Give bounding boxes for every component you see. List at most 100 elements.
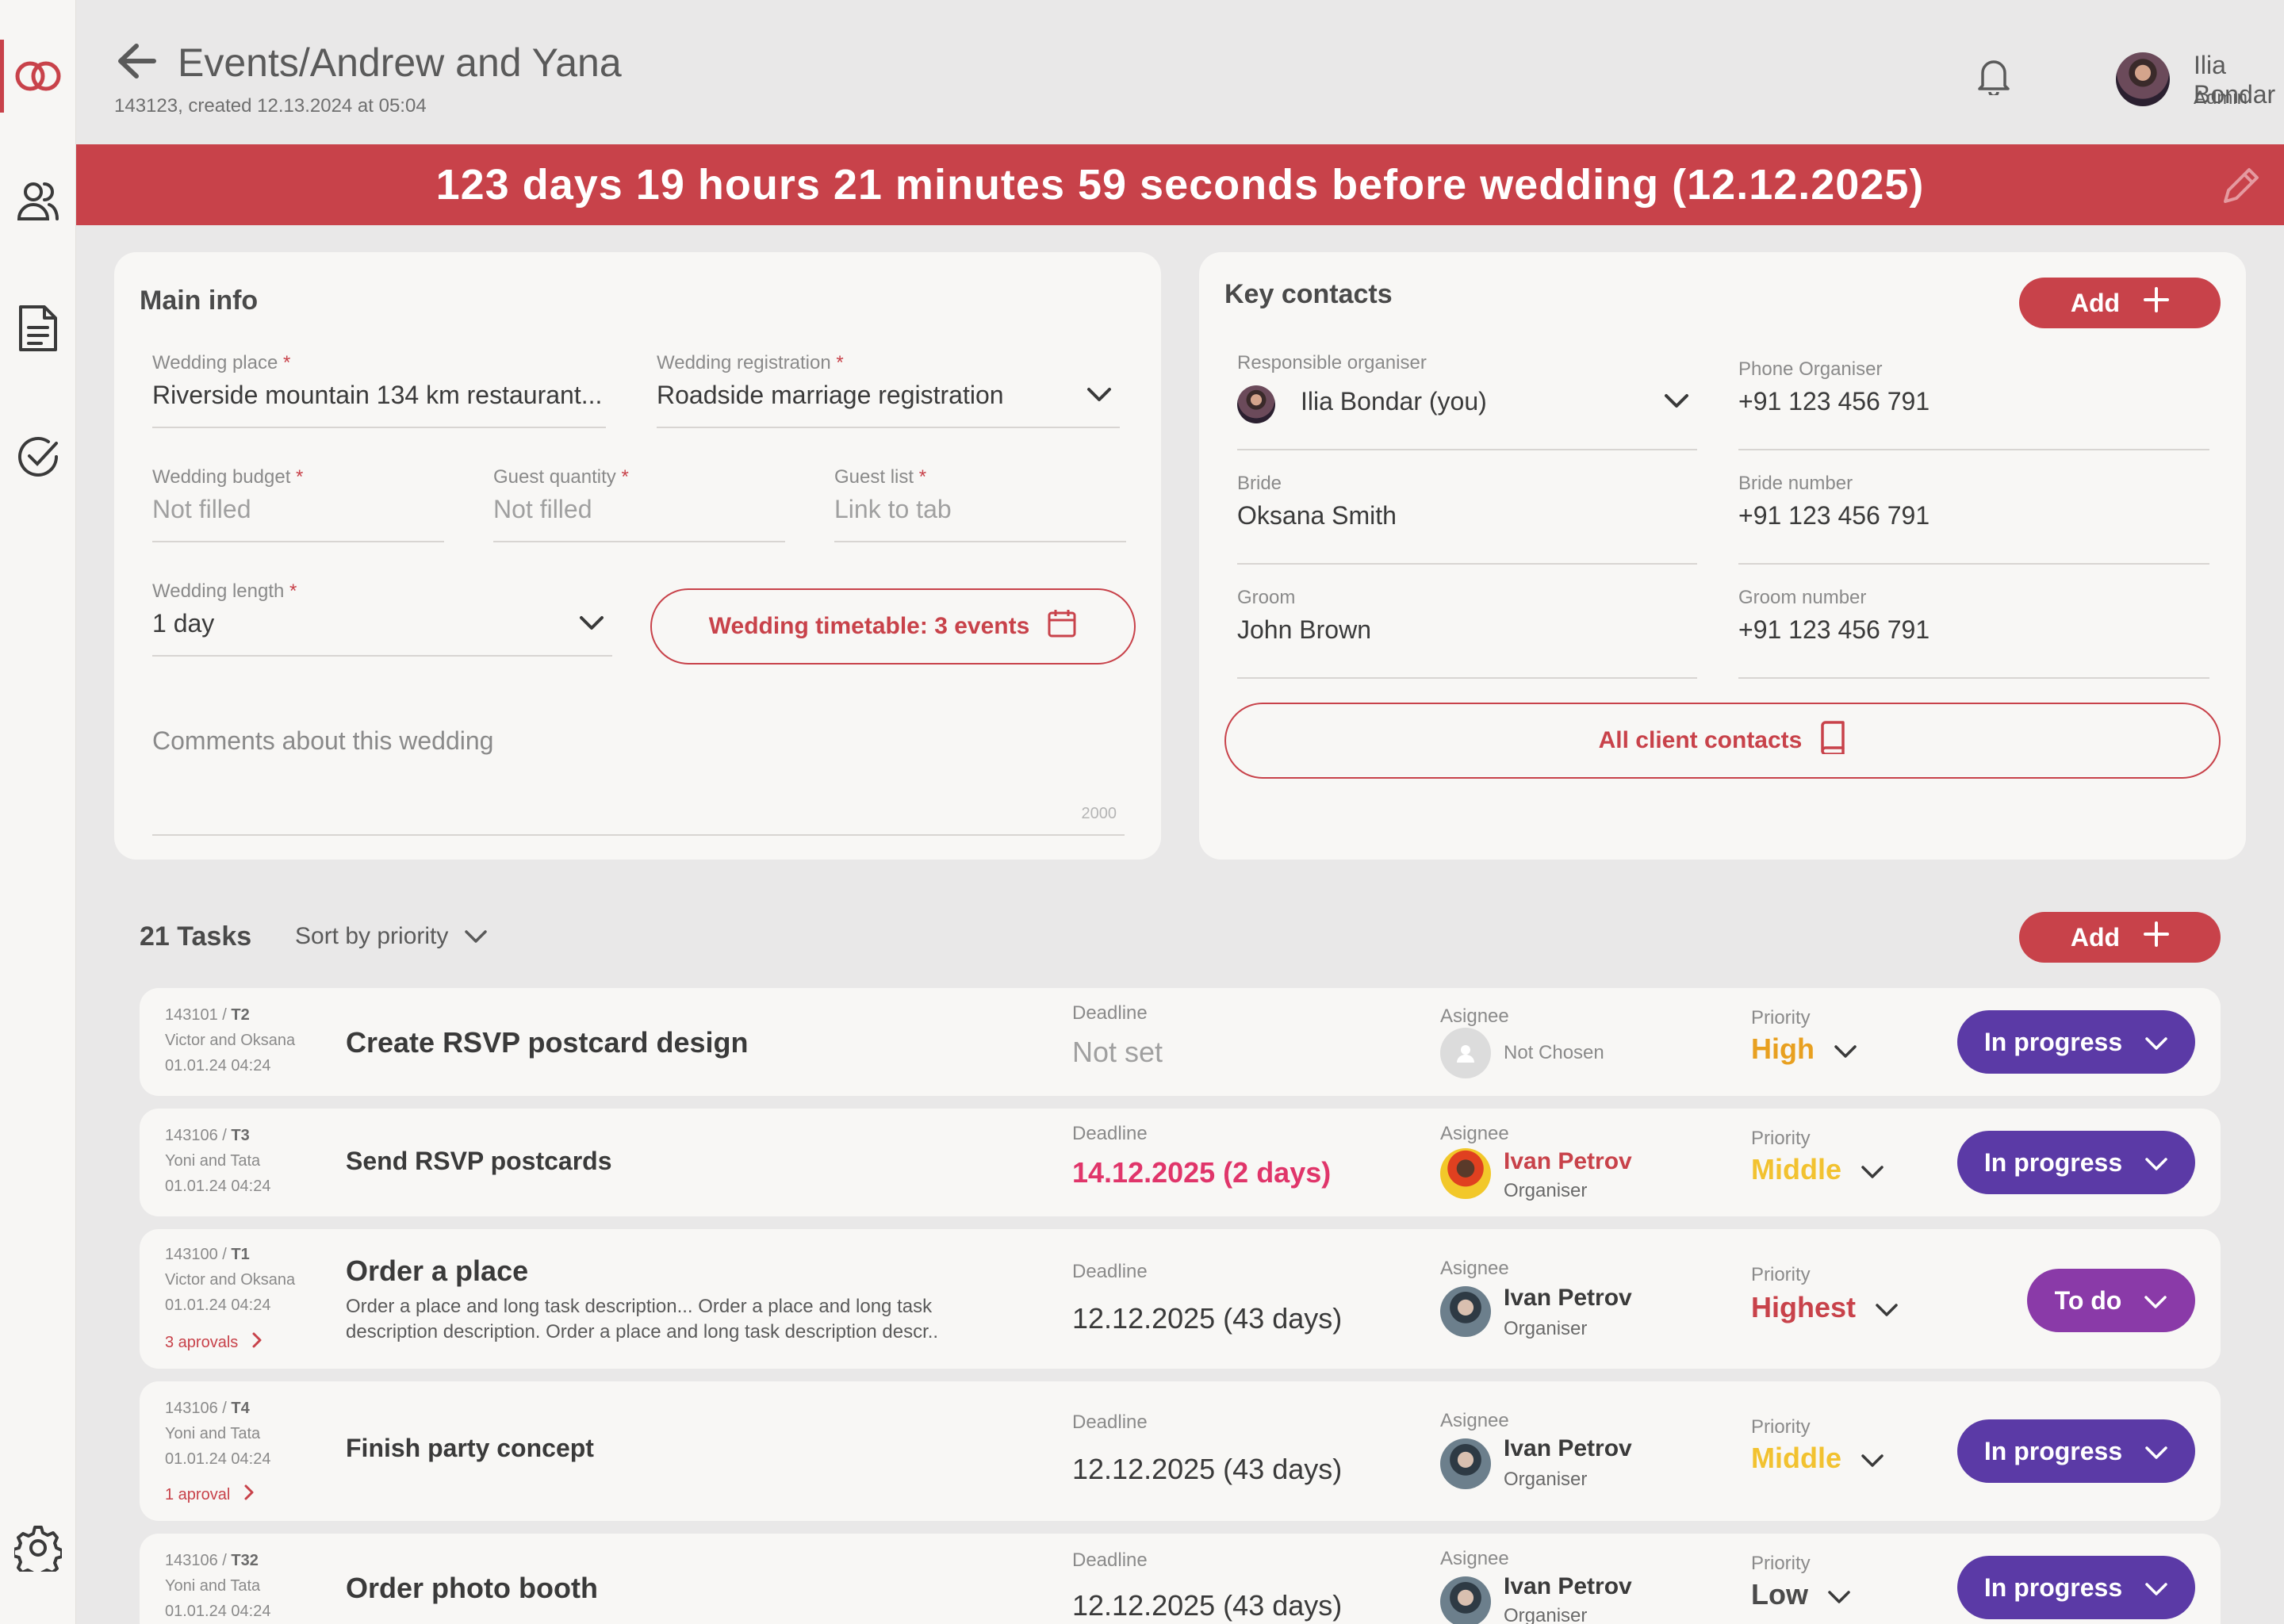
- pencil-icon[interactable]: [2221, 165, 2262, 216]
- assignee-avatar[interactable]: [1440, 1286, 1491, 1337]
- task-title[interactable]: Send RSVP postcards: [346, 1147, 612, 1176]
- task-code: T32: [231, 1552, 259, 1569]
- add-contact-button[interactable]: Add: [2019, 278, 2221, 328]
- task-row[interactable]: 143106 / T4 Yoni and Tata 01.01.24 04:24…: [140, 1381, 2221, 1521]
- groom-value: John Brown: [1237, 615, 1371, 644]
- status-dropdown[interactable]: In progress: [1957, 1556, 2195, 1619]
- status-dropdown[interactable]: To do: [2027, 1269, 2195, 1332]
- deadline-value[interactable]: 12.12.2025 (43 days): [1072, 1302, 1342, 1335]
- priority-value: Highest: [1751, 1291, 1857, 1323]
- task-code: T2: [231, 1006, 250, 1024]
- sort-label: Sort by priority: [295, 923, 449, 949]
- assignee-avatar[interactable]: [1440, 1576, 1491, 1624]
- deadline-label: Deadline: [1072, 1411, 1148, 1433]
- chevron-down-icon: [1086, 387, 1112, 407]
- sort-dropdown[interactable]: Sort by priority: [295, 923, 488, 950]
- back-arrow-icon[interactable]: [117, 43, 157, 83]
- assignee-label: Asignee: [1440, 1548, 1509, 1569]
- wedding-budget-field[interactable]: Wedding budget * Not filled: [152, 466, 444, 542]
- wedding-budget-label: Wedding budget: [152, 466, 291, 488]
- priority-select[interactable]: Middle: [1751, 1153, 1884, 1186]
- task-client: Victor and Oksana: [165, 1271, 296, 1289]
- main-info-card: Main info Wedding place * Riverside moun…: [114, 252, 1161, 860]
- task-date: 01.01.24 04:24: [165, 1603, 271, 1620]
- responsible-organiser-select[interactable]: Responsible organiser Ilia Bondar (you): [1237, 352, 1697, 450]
- groom-number-field[interactable]: Groom number +91 123 456 791: [1738, 587, 2209, 679]
- task-title[interactable]: Order photo booth: [346, 1572, 598, 1605]
- assignee-label: Asignee: [1440, 1005, 1509, 1027]
- task-code: T4: [231, 1400, 250, 1417]
- comments-placeholder: Comments about this wedding: [152, 726, 494, 755]
- assignee-label: Asignee: [1440, 1258, 1509, 1279]
- assignee-name[interactable]: Ivan Petrov: [1504, 1435, 1632, 1462]
- assignee-role: Organiser: [1504, 1318, 1588, 1339]
- assignee-avatar[interactable]: [1440, 1438, 1491, 1489]
- assignee-name[interactable]: Ivan Petrov: [1504, 1148, 1632, 1175]
- wedding-length-select[interactable]: Wedding length * 1 day: [152, 580, 612, 657]
- chevron-down-icon: [2144, 1148, 2168, 1178]
- chevron-down-icon: [1861, 1442, 1884, 1475]
- priority-select[interactable]: Low: [1751, 1578, 1851, 1611]
- task-id: 143106: [165, 1552, 218, 1569]
- wedding-place-field[interactable]: Wedding place * Riverside mountain 134 k…: [152, 352, 606, 428]
- deadline-value[interactable]: 14.12.2025 (2 days): [1072, 1156, 1331, 1189]
- task-row[interactable]: 143106 / T32 Yoni and Tata 01.01.24 04:2…: [140, 1534, 2221, 1624]
- document-icon[interactable]: [13, 303, 63, 354]
- empty-avatar-icon[interactable]: [1440, 1028, 1491, 1078]
- assignee-name[interactable]: Ivan Petrov: [1504, 1285, 1632, 1312]
- wedding-length-value: 1 day: [152, 609, 215, 638]
- wedding-timetable-button[interactable]: Wedding timetable: 3 events: [650, 588, 1136, 665]
- priority-select[interactable]: Middle: [1751, 1442, 1884, 1475]
- task-client: Yoni and Tata: [165, 1425, 261, 1442]
- task-row[interactable]: 143101 / T2 Victor and Oksana 01.01.24 0…: [140, 988, 2221, 1096]
- chevron-down-icon: [2144, 1437, 2168, 1466]
- wedding-place-label: Wedding place: [152, 352, 278, 373]
- guest-quantity-field[interactable]: Guest quantity * Not filled: [493, 466, 785, 542]
- assignee-name[interactable]: Ivan Petrov: [1504, 1573, 1632, 1600]
- gear-icon[interactable]: [13, 1522, 63, 1573]
- priority-label: Priority: [1751, 1553, 1811, 1574]
- phone-organiser-field[interactable]: Phone Organiser +91 123 456 791: [1738, 358, 2209, 450]
- guest-list-field[interactable]: Guest list * Link to tab: [834, 466, 1126, 542]
- status-label: In progress: [1983, 1572, 2123, 1602]
- approvals-link[interactable]: 1 aproval: [165, 1484, 254, 1505]
- task-row[interactable]: 143100 / T1 Victor and Oksana 01.01.24 0…: [140, 1229, 2221, 1369]
- rings-logo-icon[interactable]: [0, 40, 76, 113]
- comments-textarea[interactable]: Comments about this wedding 2000: [152, 720, 1125, 836]
- all-client-contacts-button[interactable]: All client contacts: [1224, 703, 2221, 779]
- groom-field[interactable]: Groom John Brown: [1237, 587, 1697, 679]
- add-task-button[interactable]: Add: [2019, 912, 2221, 963]
- deadline-value[interactable]: Not set: [1072, 1036, 1163, 1069]
- status-dropdown[interactable]: In progress: [1957, 1419, 2195, 1483]
- task-title[interactable]: Order a place: [346, 1254, 528, 1288]
- status-dropdown[interactable]: In progress: [1957, 1010, 2195, 1074]
- status-dropdown[interactable]: In progress: [1957, 1131, 2195, 1194]
- all-client-contacts-label: All client contacts: [1598, 727, 1803, 753]
- bride-number-field[interactable]: Bride number +91 123 456 791: [1738, 473, 2209, 565]
- calendar-icon: [1047, 608, 1077, 645]
- bell-icon[interactable]: [1976, 57, 2011, 99]
- user-avatar[interactable]: [2116, 52, 2170, 106]
- task-date: 01.01.24 04:24: [165, 1450, 271, 1468]
- guest-list-link[interactable]: Link to tab: [834, 495, 952, 524]
- bride-field[interactable]: Bride Oksana Smith: [1237, 473, 1697, 565]
- task-title[interactable]: Finish party concept: [346, 1434, 594, 1463]
- task-row[interactable]: 143106 / T3 Yoni and Tata 01.01.24 04:24…: [140, 1109, 2221, 1216]
- task-client: Yoni and Tata: [165, 1152, 261, 1170]
- deadline-value[interactable]: 12.12.2025 (43 days): [1072, 1589, 1342, 1622]
- wedding-registration-select[interactable]: Wedding registration * Roadside marriage…: [657, 352, 1120, 428]
- task-client: Yoni and Tata: [165, 1577, 261, 1595]
- approvals-link[interactable]: 3 aprovals: [165, 1332, 262, 1353]
- tasks-count: 21 Tasks: [140, 921, 252, 952]
- priority-select[interactable]: Highest: [1751, 1291, 1899, 1324]
- priority-select[interactable]: High: [1751, 1032, 1857, 1066]
- assignee-avatar[interactable]: [1440, 1148, 1491, 1199]
- assignee-label: Asignee: [1440, 1123, 1509, 1144]
- check-circle-icon[interactable]: [13, 431, 63, 482]
- users-icon[interactable]: [13, 176, 63, 227]
- task-title[interactable]: Create RSVP postcard design: [346, 1026, 749, 1059]
- bride-number-label: Bride number: [1738, 473, 1853, 494]
- deadline-value[interactable]: 12.12.2025 (43 days): [1072, 1453, 1342, 1486]
- wedding-place-value: Riverside mountain 134 km restaurant...: [152, 381, 603, 409]
- plus-icon: [2144, 921, 2170, 953]
